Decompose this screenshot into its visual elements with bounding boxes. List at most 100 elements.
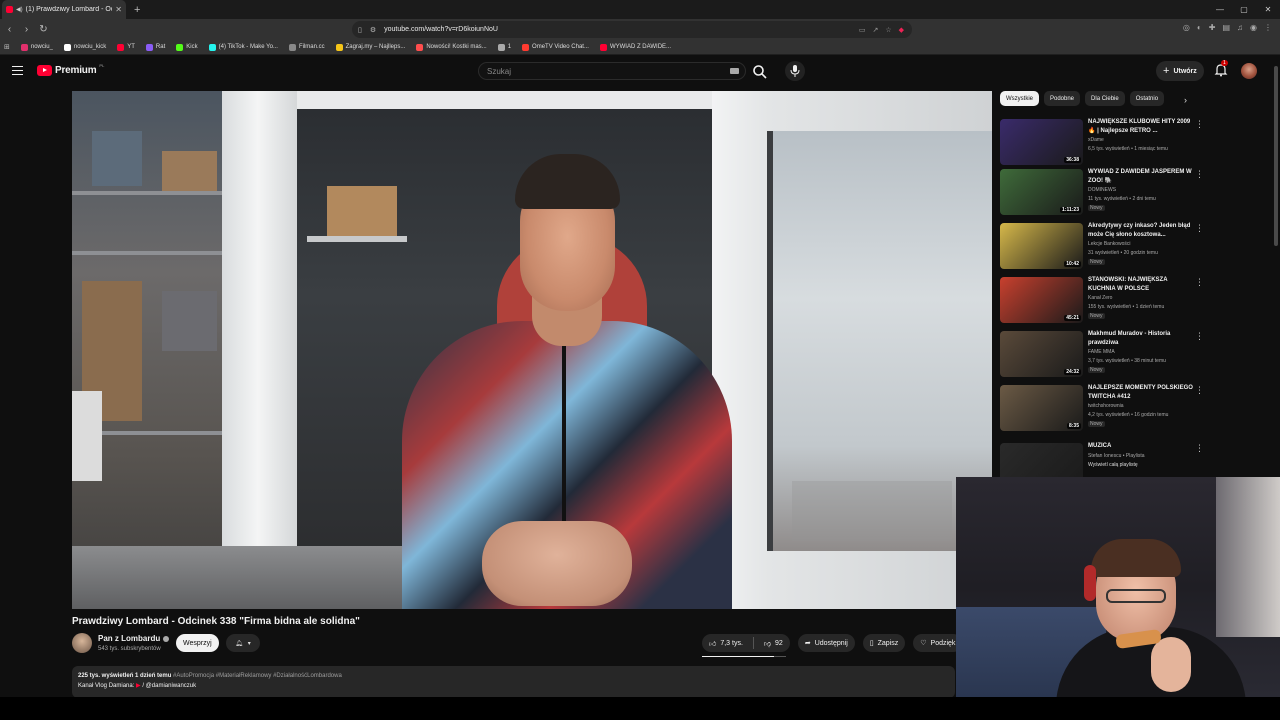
bookmark-item[interactable]: Nowości! Kostki mas... <box>412 43 490 51</box>
recommendation-title[interactable]: WYWIAD Z DAWIDEM JASPEREM W ZOO! 🐘 <box>1088 168 1193 186</box>
chip-for-you[interactable]: Dla Ciebie <box>1085 91 1125 106</box>
bookmark-item[interactable]: Rat <box>142 43 169 51</box>
voice-search-button[interactable] <box>785 61 805 81</box>
browser-tab[interactable]: ◀) (1) Prawdziwy Lombard - Odc ✕ <box>2 0 126 19</box>
bookmark-item[interactable]: Kick <box>172 43 201 51</box>
apps-icon[interactable]: ⊞ <box>4 43 10 51</box>
reload-icon[interactable]: ↻ <box>36 24 51 35</box>
share-icon[interactable]: ↗ <box>872 26 878 34</box>
bookmark-item[interactable]: 1 <box>494 43 515 51</box>
chevron-right-icon[interactable]: › <box>1184 95 1187 105</box>
search-input[interactable] <box>487 66 717 76</box>
bookmark-item[interactable]: YT <box>113 43 139 51</box>
share-button[interactable]: ➦ Udostępnij <box>797 634 855 652</box>
channel-avatar[interactable] <box>72 633 92 653</box>
recommendation-item[interactable]: 10:42 Akredytywy czy inkaso? Jeden błąd … <box>1000 222 1204 271</box>
recommendation-title[interactable]: STANOWSKI: NAJWIĘKSZA KUCHNIA W POLSCE <box>1088 276 1193 294</box>
recommendation-title[interactable]: NAJWIĘKSZE KLUBOWE HITY 2009 🔥 | Najleps… <box>1088 118 1193 136</box>
youtube-link-icon: ▶ <box>136 683 141 689</box>
new-tab-icon[interactable]: + <box>134 4 140 16</box>
more-options-icon[interactable]: ⋮ <box>1195 443 1204 454</box>
url-bar[interactable]: ▯ ⚙ youtube.com/watch?v=rD6koiunNoU ▭ ↗ … <box>352 21 912 38</box>
playlist-title[interactable]: MUZICĂ <box>1088 442 1193 451</box>
vlog-handle-link[interactable]: / @damianiwanczuk <box>142 683 196 689</box>
cast-icon[interactable]: ▭ <box>859 26 866 34</box>
search-box[interactable] <box>478 62 746 80</box>
bookmark-item[interactable]: OmeTV Video Chat... <box>518 43 593 51</box>
site-info-icon[interactable]: ⚙ <box>370 26 376 34</box>
bookmark-favicon-icon <box>599 43 607 51</box>
recommendation-item[interactable]: 8:35 NAJLEPSZE MOMENTY POLSKIEGO TWITCHA… <box>1000 384 1204 433</box>
account-avatar[interactable] <box>1241 63 1257 79</box>
more-options-icon[interactable]: ⋮ <box>1195 331 1204 342</box>
video-thumbnail[interactable]: 36:38 <box>1000 119 1083 165</box>
video-player[interactable] <box>72 91 992 609</box>
bookmark-item[interactable]: WYWIAD Z DAWIDE... <box>596 43 675 51</box>
audio-icon[interactable]: ◀) <box>16 6 23 13</box>
headset-icon <box>1084 565 1096 601</box>
bookmark-icon[interactable]: ▯ <box>358 26 362 34</box>
create-button[interactable]: + Utwórz <box>1156 61 1204 81</box>
dislike-button[interactable]: 👎︎ 92 <box>764 639 783 648</box>
recommendation-title[interactable]: NAJLEPSZE MOMENTY POLSKIEGO TWITCHA #412 <box>1088 384 1193 402</box>
video-thumbnail[interactable]: 10:42 <box>1000 223 1083 269</box>
recommendation-stats: 6,5 tys. wyświetleń • 1 miesiąc temu <box>1088 146 1168 152</box>
video-thumbnail[interactable]: 24:32 <box>1000 331 1083 377</box>
recommendation-item[interactable]: 45:21 STANOWSKI: NAJWIĘKSZA KUCHNIA W PO… <box>1000 276 1204 325</box>
recommendation-item[interactable]: 24:32 Makhmud Muradov - Historia prawdzi… <box>1000 330 1204 379</box>
close-tab-icon[interactable]: ✕ <box>115 5 122 14</box>
recommendation-item[interactable]: 36:38 NAJWIĘKSZE KLUBOWE HITY 2009 🔥 | N… <box>1000 118 1204 167</box>
scrollbar-thumb[interactable] <box>1274 66 1278 246</box>
menu-icon[interactable]: ⋮ <box>1264 23 1272 32</box>
keyboard-icon[interactable] <box>730 68 739 74</box>
new-badge: Nowy <box>1088 367 1105 373</box>
forward-icon[interactable]: › <box>19 24 34 35</box>
extension-icon[interactable]: ◐ <box>1197 23 1202 32</box>
extension-badge-icon[interactable]: ◆ <box>899 26 904 34</box>
more-options-icon[interactable]: ⋮ <box>1195 223 1204 234</box>
puzzle-icon[interactable]: ✚ <box>1209 23 1216 32</box>
star-icon[interactable]: ☆ <box>885 26 891 34</box>
bookmark-item[interactable]: Filman.cc <box>285 43 329 51</box>
search-icon[interactable] <box>752 64 768 80</box>
media-icon[interactable]: ♫ <box>1237 23 1243 32</box>
more-options-icon[interactable]: ⋮ <box>1195 119 1204 130</box>
video-thumbnail[interactable]: 8:35 <box>1000 385 1083 431</box>
video-thumbnail[interactable]: 45:21 <box>1000 277 1083 323</box>
hashtags[interactable]: #AutoPromocja #MateriałReklamowy #Działa… <box>173 673 342 679</box>
recommendation-title[interactable]: Akredytywy czy inkaso? Jeden błąd może C… <box>1088 222 1193 240</box>
extension-icon[interactable]: ◎ <box>1183 23 1190 32</box>
subscription-bell-button[interactable]: 🔔︎ ▾ <box>226 634 260 652</box>
like-button[interactable]: 👍︎ 7,3 tys. <box>709 639 743 648</box>
chip-all[interactable]: Wszystkie <box>1000 91 1039 106</box>
notifications-button[interactable]: 1 <box>1214 60 1228 77</box>
bookmark-item[interactable]: (4) TikTok - Make Yo... <box>205 43 282 51</box>
support-button[interactable]: Wesprzyj <box>176 634 219 652</box>
more-options-icon[interactable]: ⋮ <box>1195 385 1204 396</box>
video-thumbnail[interactable]: 1:11:23 <box>1000 169 1083 215</box>
minimize-icon[interactable]: — <box>1208 5 1232 14</box>
more-options-icon[interactable]: ⋮ <box>1195 169 1204 180</box>
more-options-icon[interactable]: ⋮ <box>1195 277 1204 288</box>
view-full-playlist-link[interactable]: Wyświetl całą playlistę <box>1088 462 1138 468</box>
sidepanel-icon[interactable]: ▤ <box>1222 23 1230 32</box>
profile-icon[interactable]: ◉ <box>1250 23 1257 32</box>
chip-related[interactable]: Podobne <box>1044 91 1081 106</box>
bookmark-item[interactable]: nowciu_ <box>17 43 57 51</box>
recommendation-stats: 11 tys. wyświetleń • 2 dni temu <box>1088 196 1156 202</box>
hamburger-menu-icon[interactable] <box>12 66 23 75</box>
chip-recent[interactable]: Ostatnio <box>1129 91 1165 106</box>
back-icon[interactable]: ‹ <box>2 24 17 35</box>
close-window-icon[interactable]: ✕ <box>1256 5 1280 14</box>
bookmark-item[interactable]: nowciu_kick <box>60 43 110 51</box>
youtube-premium-logo[interactable]: Premium PL <box>37 63 104 76</box>
channel-name[interactable]: Pan z Lombardu <box>98 634 170 643</box>
recommendation-item[interactable]: 1:11:23 WYWIAD Z DAWIDEM JASPEREM W ZOO!… <box>1000 168 1204 217</box>
url-text[interactable]: youtube.com/watch?v=rD6koiunNoU <box>384 26 851 33</box>
maximize-icon[interactable]: ▢ <box>1232 5 1256 14</box>
bookmark-item[interactable]: Zagraj.my – Najlleps... <box>332 43 410 51</box>
description-box[interactable]: 225 tys. wyświetleń 1 dzień temu #AutoPr… <box>72 666 955 698</box>
recommendation-title[interactable]: Makhmud Muradov - Historia prawdziwa <box>1088 330 1193 348</box>
youtube-header: Premium PL + Utwórz 1 <box>0 56 1280 88</box>
save-button[interactable]: ▯ Zapisz <box>862 634 906 652</box>
